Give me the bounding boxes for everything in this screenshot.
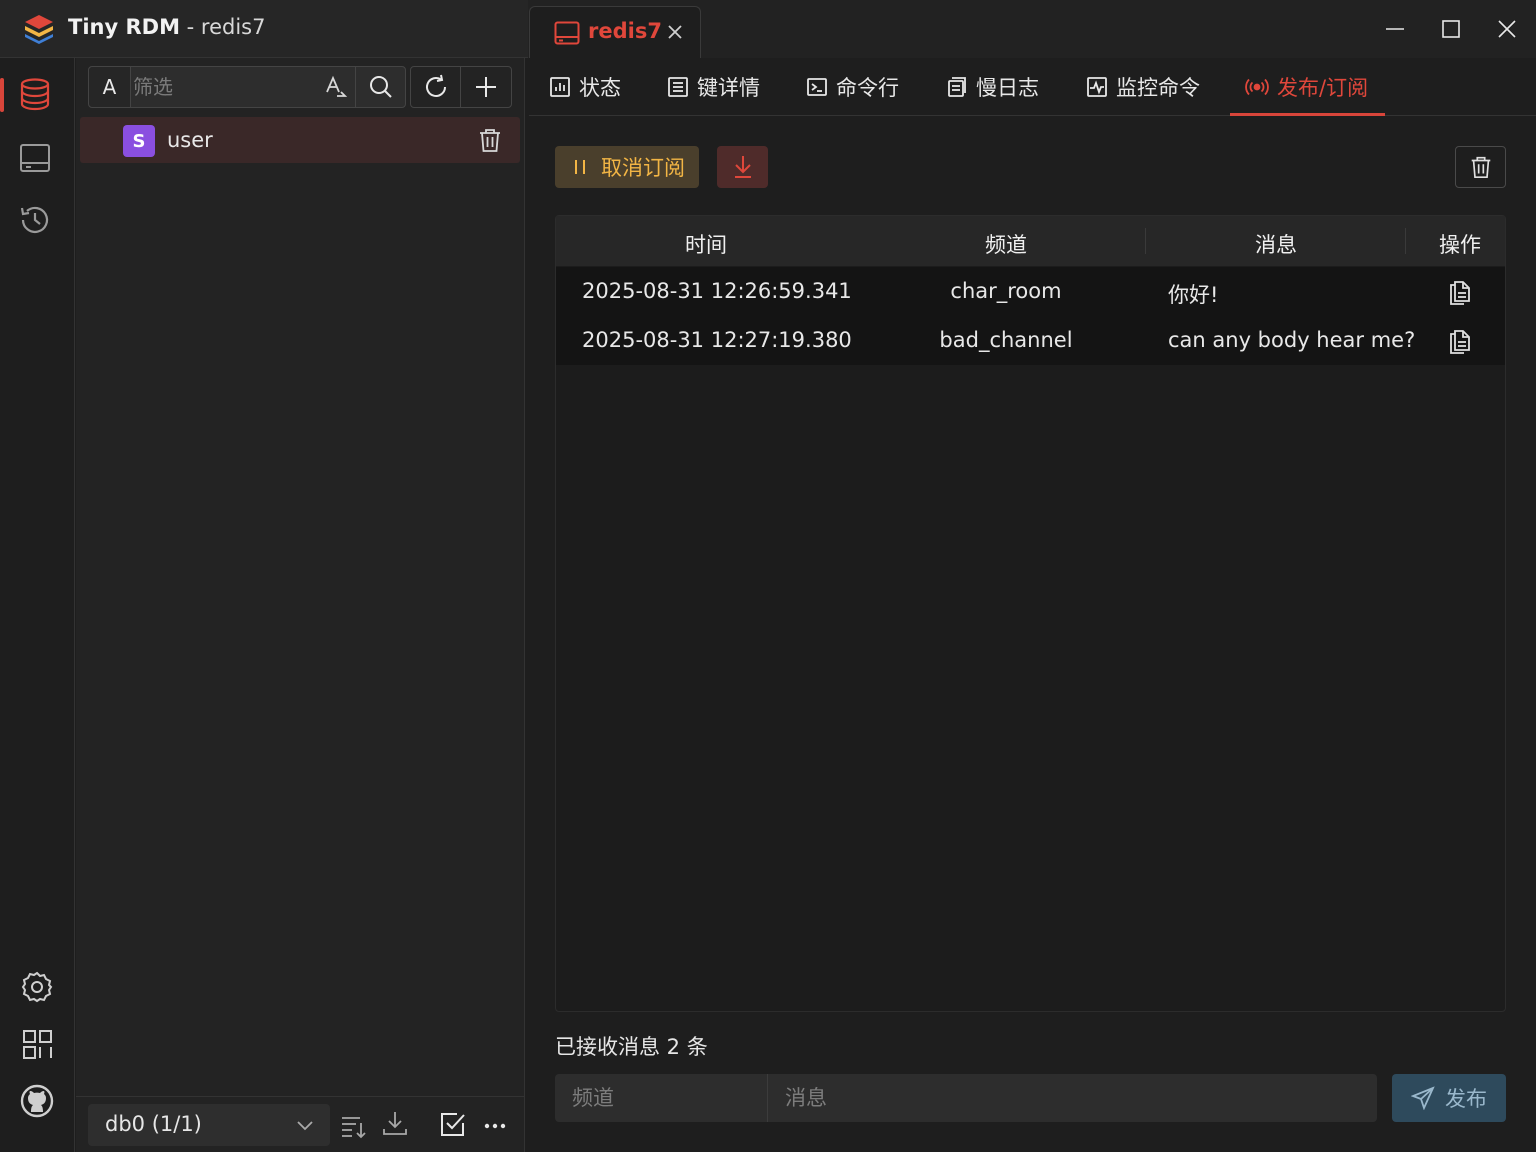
key-type-badge: S (123, 125, 155, 157)
monitor-icon (1086, 76, 1108, 98)
column-header-action: 操作 (1439, 233, 1481, 257)
import-icon[interactable] (381, 1109, 409, 1137)
slow-log-icon (946, 76, 968, 98)
key-browser-panel (76, 58, 525, 1152)
tab-status[interactable]: 状态 (549, 72, 621, 102)
cell-time: 2025-08-31 12:26:59.341 (582, 279, 852, 303)
cell-time: 2025-08-31 12:27:19.380 (582, 328, 852, 352)
plus-icon (473, 74, 499, 100)
filter-type-button[interactable]: A (89, 67, 131, 107)
tab-slow-log-label: 慢日志 (976, 76, 1039, 100)
history-icon[interactable] (17, 202, 53, 238)
refresh-button[interactable] (411, 67, 461, 107)
tab-key-detail-label: 键详情 (697, 76, 760, 100)
tab-monitor[interactable]: 监控命令 (1086, 72, 1200, 102)
filter-input[interactable] (133, 68, 318, 106)
search-icon (368, 74, 394, 100)
more-icon[interactable] (481, 1112, 509, 1140)
active-tab-indicator (1230, 113, 1385, 116)
status-icon (549, 76, 571, 98)
export-messages-button[interactable] (717, 146, 768, 188)
tab-pubsub-label: 发布/订阅 (1277, 76, 1369, 100)
received-count: 已接收消息 2 条 (555, 1035, 708, 1059)
title-connection: redis7 (200, 15, 266, 39)
cell-message: 你好! (1168, 283, 1219, 307)
broadcast-icon (1245, 76, 1269, 98)
app-name: Tiny RDM (68, 15, 180, 39)
app-logo-icon (22, 12, 56, 46)
sort-icon[interactable] (339, 1111, 367, 1139)
delete-key-icon[interactable] (476, 126, 504, 154)
panel-divider (76, 1096, 524, 1097)
tab-key-detail[interactable]: 键详情 (667, 72, 760, 102)
search-button[interactable] (355, 67, 405, 107)
column-header-channel: 频道 (985, 233, 1027, 257)
chevron-down-icon (296, 1118, 314, 1132)
refresh-icon (423, 74, 449, 100)
publish-message-input[interactable] (768, 1074, 1377, 1122)
database-icon[interactable] (17, 76, 53, 112)
apps-grid-icon[interactable] (19, 1026, 55, 1062)
rail-active-indicator (0, 78, 4, 112)
app-title: Tiny RDM - redis7 (68, 15, 265, 39)
connection-tab-label: redis7 (588, 19, 662, 43)
maximize-icon[interactable] (1436, 14, 1466, 44)
trash-icon (1468, 154, 1494, 180)
close-window-icon[interactable] (1492, 14, 1522, 44)
publish-button[interactable]: 发布 (1392, 1074, 1506, 1122)
unsubscribe-button[interactable]: 取消订阅 (555, 146, 699, 188)
tab-status-label: 状态 (579, 76, 621, 100)
column-header-time: 时间 (685, 233, 727, 257)
terminal-icon (806, 76, 828, 98)
cell-channel: char_room (950, 279, 1062, 303)
settings-icon[interactable] (19, 969, 55, 1005)
add-key-button[interactable] (461, 67, 511, 107)
publish-channel-input[interactable] (555, 1074, 768, 1122)
database-select-label: db0 (1/1) (105, 1112, 202, 1136)
tab-pubsub[interactable]: 发布/订阅 (1245, 72, 1368, 102)
publish-label: 发布 (1445, 1087, 1487, 1111)
copy-message-icon[interactable] (1446, 277, 1474, 305)
clear-messages-button[interactable] (1455, 146, 1506, 188)
column-header-message: 消息 (1255, 233, 1297, 257)
title-separator: - (179, 15, 201, 39)
copy-message-icon[interactable] (1446, 326, 1474, 354)
text-case-icon[interactable] (322, 74, 348, 100)
tab-slow-log[interactable]: 慢日志 (946, 72, 1039, 102)
download-icon (731, 154, 755, 180)
server-icon (554, 21, 580, 45)
tab-cli[interactable]: 命令行 (806, 72, 899, 102)
github-icon[interactable] (19, 1083, 55, 1119)
unsubscribe-label: 取消订阅 (601, 156, 685, 180)
close-tab-icon[interactable] (666, 23, 684, 41)
tab-monitor-label: 监控命令 (1116, 76, 1200, 100)
send-icon (1411, 1086, 1435, 1110)
database-select[interactable]: db0 (1/1) (88, 1104, 330, 1146)
server-list-icon[interactable] (17, 140, 53, 176)
key-detail-icon (667, 76, 689, 98)
minimize-icon[interactable] (1380, 14, 1410, 44)
cell-channel: bad_channel (939, 328, 1073, 352)
checkbox-icon[interactable] (439, 1110, 467, 1138)
key-name[interactable]: user (167, 128, 213, 152)
cell-message: can any body hear me? (1168, 328, 1416, 352)
tab-cli-label: 命令行 (836, 76, 899, 100)
pause-icon (573, 158, 587, 176)
connection-tab[interactable]: redis7 (529, 6, 701, 59)
